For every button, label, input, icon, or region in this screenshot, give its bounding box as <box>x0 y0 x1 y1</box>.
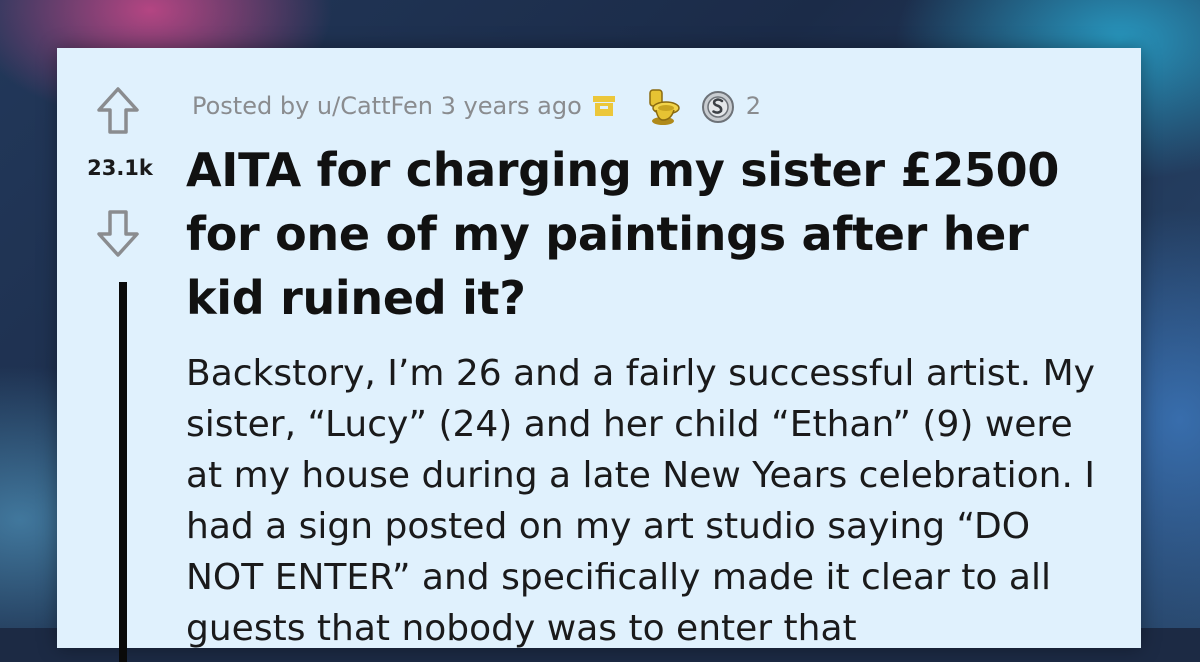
post-title[interactable]: AITA for charging my sister £2500 for on… <box>186 138 1106 330</box>
golden-toilet-award-icon[interactable] <box>644 86 682 126</box>
post-card: 23.1k Posted by u/CattFen 3 years ago 2 … <box>57 48 1141 662</box>
vote-score: 23.1k <box>87 156 153 180</box>
thread-line[interactable] <box>119 282 127 662</box>
archive-icon <box>592 96 615 116</box>
award-count: 2 <box>745 92 762 120</box>
post-body-text: Backstory, I’m 26 and a fairly successfu… <box>186 353 1095 649</box>
posted-by-text: Posted by u/CattFen 3 years ago <box>192 92 582 120</box>
upvote-arrow-icon[interactable] <box>95 86 141 136</box>
downvote-arrow-icon[interactable] <box>95 208 141 258</box>
silver-award-icon[interactable] <box>700 87 736 125</box>
post-meta: Posted by u/CattFen 3 years ago 2 <box>192 86 762 126</box>
